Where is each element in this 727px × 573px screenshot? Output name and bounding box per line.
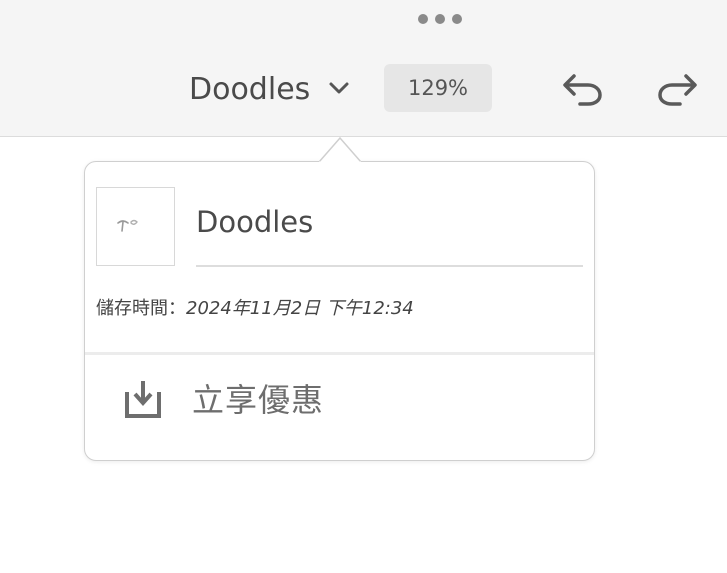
chevron-down-icon[interactable] xyxy=(327,78,351,98)
dot xyxy=(452,14,462,24)
doodle-sketch-icon xyxy=(117,219,138,232)
download-tray-icon xyxy=(125,381,161,418)
zoom-level-button[interactable]: 129% xyxy=(384,64,492,112)
promo-offer-label: 立享優惠 xyxy=(192,381,325,419)
top-toolbar: Doodles 129% xyxy=(0,0,727,137)
document-thumbnail[interactable] xyxy=(96,187,175,266)
document-name-field[interactable] xyxy=(196,202,582,242)
name-field-underline xyxy=(196,265,583,267)
promo-offer-item[interactable]: 立享優惠 xyxy=(85,355,594,458)
redo-icon[interactable] xyxy=(654,66,702,110)
document-title[interactable]: Doodles xyxy=(189,70,310,110)
saved-time-label: 儲存時間： xyxy=(96,298,186,319)
dot xyxy=(435,14,445,24)
undo-icon[interactable] xyxy=(558,66,606,110)
saved-time-value: 2024年11月2日 下午12:34 xyxy=(186,298,414,319)
saved-time-text: 儲存時間：2024年11月2日 下午12:34 xyxy=(96,294,414,320)
more-options-icon[interactable] xyxy=(418,13,462,25)
dot xyxy=(418,14,428,24)
popover-arrow xyxy=(319,136,361,163)
document-info-popover: 儲存時間：2024年11月2日 下午12:34 立享優惠 xyxy=(84,161,595,461)
